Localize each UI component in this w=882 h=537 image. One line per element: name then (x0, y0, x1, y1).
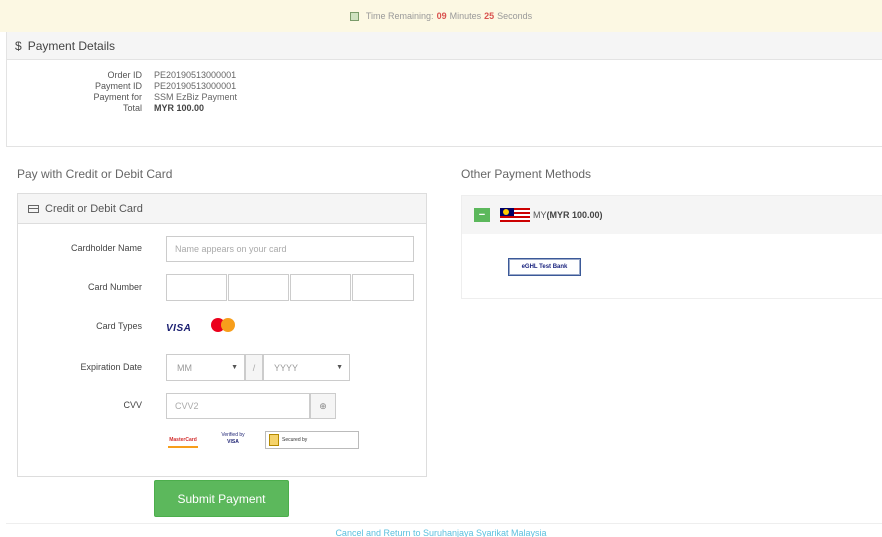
expiration-date-label: Expiration Date (80, 362, 142, 372)
expiry-month-select[interactable]: MM ▼ (166, 354, 245, 381)
chevron-down-icon: ▼ (336, 364, 343, 371)
secured-by-text: Secured by (282, 437, 308, 443)
collapse-icon[interactable]: − (474, 208, 490, 222)
cardholder-name-label: Cardholder Name (70, 243, 142, 253)
order-id-row: Order ID PE20190513000001 (7, 70, 882, 81)
mastercard-securecode-badge: MasterCard (168, 434, 198, 448)
seconds-value: 25 (484, 11, 495, 21)
minutes-value: 09 (436, 11, 447, 21)
payment-for-value: SSM EzBiz Payment (154, 92, 238, 102)
malaysia-flag-icon (500, 208, 530, 222)
expiry-month-value: MM (177, 362, 192, 373)
payment-details-heading: $ Payment Details (7, 32, 882, 60)
expiry-year-select[interactable]: YYYY ▼ (263, 354, 350, 381)
mastercard-logo (209, 316, 237, 334)
cardholder-name-input[interactable]: Name appears on your card (166, 236, 414, 262)
order-id-label: Order ID (107, 70, 142, 80)
payment-for-label: Payment for (93, 92, 142, 102)
payment-for-row: Payment for SSM EzBiz Payment (7, 92, 882, 103)
chevron-down-icon: ▼ (231, 364, 238, 371)
payment-id-row: Payment ID PE20190513000001 (7, 81, 882, 92)
total-label: Total (122, 103, 142, 113)
card-number-label: Card Number (87, 282, 142, 292)
card-panel-title: Credit or Debit Card (45, 202, 143, 215)
cvv-input[interactable]: CVV2 (166, 393, 310, 419)
verified-by-visa-badge: Verified by VISA (221, 432, 245, 445)
clock-icon (349, 11, 359, 21)
card-types-label: Card Types (96, 321, 142, 331)
card-number-segment-4[interactable] (352, 274, 414, 301)
other-methods-title: Other Payment Methods (461, 167, 592, 181)
dollar-icon: $ (15, 38, 22, 53)
payment-id-value: PE20190513000001 (154, 81, 237, 91)
total-value: MYR 100.00 (154, 103, 205, 113)
seconds-unit: Seconds (497, 11, 533, 21)
card-section-title: Pay with Credit or Debit Card (17, 167, 173, 181)
card-number-segment-1[interactable] (166, 274, 227, 301)
cvv-label: CVV (123, 400, 142, 410)
expiry-year-value: YYYY (274, 362, 299, 373)
currency-code: MY (533, 210, 547, 220)
order-id-value: PE20190513000001 (154, 70, 237, 80)
payment-details-panel: $ Payment Details Order ID PE20190513000… (6, 32, 882, 147)
credit-card-icon (28, 204, 39, 213)
currency-row[interactable]: − MY (MYR 100.00) (462, 196, 882, 234)
secured-by-badge: Secured by (265, 431, 359, 449)
test-bank-button[interactable]: eGHL Test Bank (508, 258, 581, 276)
total-row: Total MYR 100.00 (7, 103, 882, 114)
card-number-segment-3[interactable] (290, 274, 351, 301)
cancel-return-link[interactable]: Cancel and Return to Suruhanjaya Syarika… (0, 528, 882, 537)
time-remaining-label: Time Remaining: (365, 11, 434, 21)
cvv-help-icon[interactable]: ⊕ (310, 393, 336, 419)
other-methods-panel: − MY (MYR 100.00) eGHL Test Bank (461, 195, 882, 299)
payment-id-label: Payment ID (94, 81, 142, 91)
payment-details-title: Payment Details (27, 38, 116, 53)
time-remaining-bar: Time Remaining: 09 Minutes 25 Seconds (0, 0, 882, 32)
minutes-unit: Minutes (449, 11, 482, 21)
card-number-segment-2[interactable] (228, 274, 289, 301)
visa-logo: VISA (166, 323, 192, 334)
footer-divider (6, 523, 882, 524)
currency-amount: (MYR 100.00) (546, 210, 603, 220)
lock-icon (269, 434, 279, 446)
card-panel-heading: Credit or Debit Card (18, 194, 426, 224)
submit-payment-button[interactable]: Submit Payment (154, 480, 289, 517)
expiry-separator: / (245, 354, 263, 381)
